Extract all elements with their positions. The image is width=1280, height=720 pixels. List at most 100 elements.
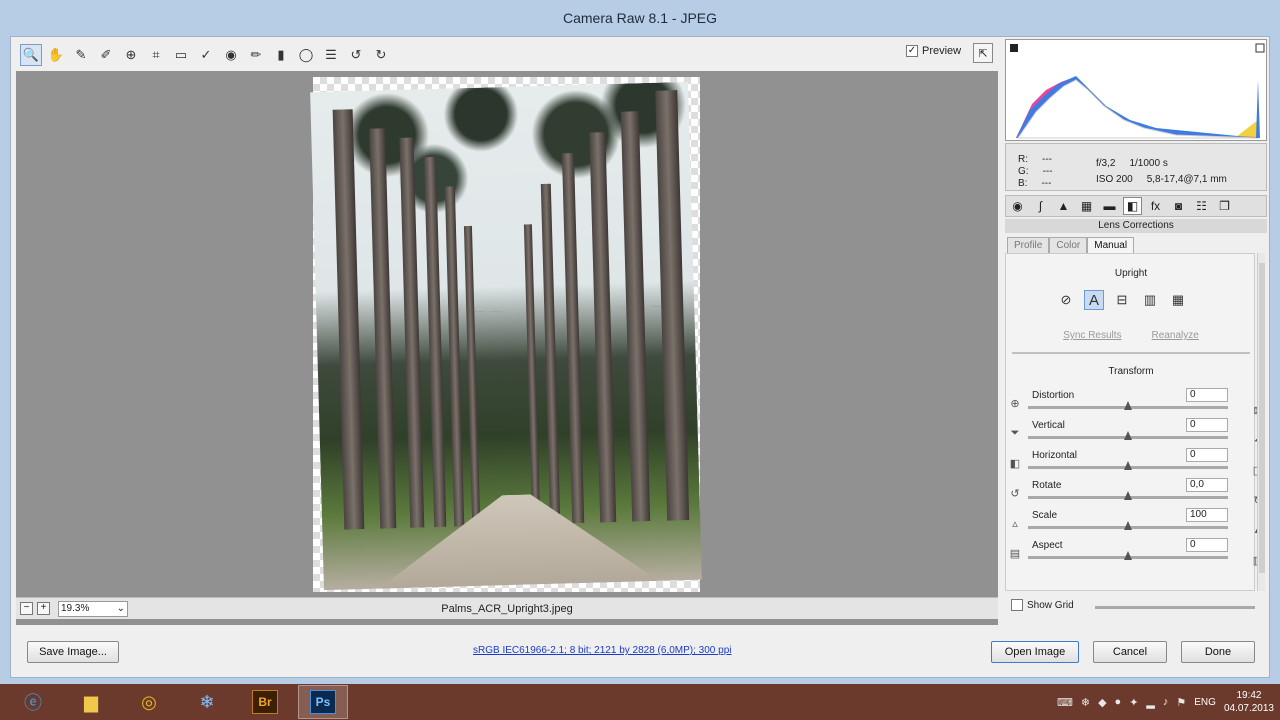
highlight-clipping-warning-icon	[1255, 43, 1265, 53]
bridge-icon: Br	[252, 690, 278, 714]
tab-profile[interactable]: Profile	[1007, 237, 1050, 253]
upright-vertical-icon[interactable]: ▥	[1140, 290, 1160, 310]
zoom-in-button[interactable]: +	[37, 602, 50, 615]
rotate-minus-icon: ↺	[1010, 487, 1020, 500]
adjustment-brush-icon[interactable]: ✏	[245, 44, 267, 66]
spot-removal-tool-icon[interactable]: ✓	[195, 44, 217, 66]
crop-tool-icon[interactable]: ⌗	[145, 44, 167, 66]
zoom-out-button[interactable]: −	[20, 602, 33, 615]
file-explorer-icon[interactable]: ▆	[66, 685, 116, 719]
clock-date: 04.07.2013	[1223, 703, 1274, 714]
tab-manual[interactable]: Manual	[1087, 237, 1135, 253]
distortion-slider: ⊕ Distortion 0	[1006, 388, 1268, 420]
tab-color[interactable]: Color	[1049, 237, 1088, 253]
camera-info: f/3,2 1/1000 s ISO 200 5,8-17,4@7,1 mm	[1096, 156, 1227, 188]
dialog-body: 🔍 ✋ ✎ ✐ ⊕ ⌗ ▭ ✓ ◉ ✏ ▮ ◯ ☰ ↺ ↻ ✓ Preview …	[10, 36, 1270, 678]
info-panel: R: --- G: --- B: --- f/3,2 1/1000 s ISO 200 5…	[1005, 143, 1267, 191]
flag-icon[interactable]: ⚑	[1176, 696, 1186, 709]
transform-title: Transform	[1108, 366, 1154, 377]
tray-app-icon[interactable]: ❄	[1081, 696, 1090, 709]
basic-tab-icon[interactable]: ◉	[1008, 197, 1027, 215]
lens-corrections-tab-icon[interactable]: ◧	[1123, 197, 1142, 215]
distortion-input[interactable]: 0	[1186, 388, 1228, 402]
zoom-level-select[interactable]: 19.3% ⌄	[58, 600, 128, 617]
right-panel: R: --- G: --- B: --- f/3,2 1/1000 s ISO 200 5…	[1005, 39, 1269, 625]
targeted-adjustment-tool-icon[interactable]: ⊕	[120, 44, 142, 66]
hsl-tab-icon[interactable]: ▦	[1077, 197, 1096, 215]
upright-off-icon[interactable]: ⊘	[1056, 290, 1076, 310]
white-balance-tool-icon[interactable]: ✎	[70, 44, 92, 66]
scale-minus-icon: ▵	[1012, 517, 1018, 530]
clock-time: 19:42	[1236, 690, 1262, 701]
aspect-slider: ▤ Aspect 0	[1006, 538, 1268, 570]
ie-icon[interactable]: ⓔ	[8, 685, 58, 719]
language-indicator[interactable]: ENG	[1194, 697, 1216, 708]
detail-tab-icon[interactable]: ▲	[1054, 197, 1073, 215]
bridge-app[interactable]: Br	[240, 685, 290, 719]
cancel-button[interactable]: Cancel	[1093, 641, 1167, 663]
show-grid-toggle[interactable]: Show Grid	[1011, 599, 1074, 611]
grid-size-slider[interactable]	[1095, 606, 1255, 609]
scale-input[interactable]: 100	[1186, 508, 1228, 522]
fullscreen-icon[interactable]: ⇱	[973, 43, 993, 63]
show-grid-checkbox[interactable]	[1011, 599, 1023, 611]
horizontal-minus-icon: ◧	[1009, 457, 1021, 470]
volume-icon[interactable]: ♪	[1163, 696, 1169, 708]
clock[interactable]: 19:42 04.07.2013	[1224, 689, 1274, 715]
graduated-filter-icon[interactable]: ▮	[270, 44, 292, 66]
tray-app-icon[interactable]: ●	[1115, 696, 1122, 708]
snowflake-app-icon[interactable]: ❄	[182, 685, 232, 719]
aperture: f/3,2	[1096, 158, 1116, 169]
save-image-button[interactable]: Save Image...	[27, 641, 119, 663]
photoshop-app[interactable]: Ps	[298, 685, 348, 719]
distortion-minus-icon: ⊕	[1010, 397, 1020, 410]
hand-tool-icon[interactable]: ✋	[45, 44, 67, 66]
manual-panel: Upright ⊘ A ⊟ ▥ ▦ Sync Results Reanalyze…	[1005, 253, 1255, 591]
sync-results-link[interactable]: Sync Results	[1063, 330, 1121, 341]
zoom-tool-icon[interactable]: 🔍	[20, 44, 42, 66]
open-image-button[interactable]: Open Image	[991, 641, 1079, 663]
filename-label: Palms_ACR_Upright3.jpeg	[441, 602, 573, 615]
color-sampler-tool-icon[interactable]: ✐	[95, 44, 117, 66]
upright-level-icon[interactable]: ⊟	[1112, 290, 1132, 310]
camera-raw-window: Camera Raw 8.1 - JPEG 🔍 ✋ ✎ ✐ ⊕ ⌗ ▭ ✓ ◉ …	[0, 0, 1280, 684]
horizontal-input[interactable]: 0	[1186, 448, 1228, 462]
camera-calibration-tab-icon[interactable]: ◙	[1169, 197, 1188, 215]
aspect-input[interactable]: 0	[1186, 538, 1228, 552]
chevron-down-icon: ⌄	[116, 603, 125, 614]
straighten-tool-icon[interactable]: ▭	[170, 44, 192, 66]
window-title: Camera Raw 8.1 - JPEG	[562, 10, 718, 26]
network-icon[interactable]: ▂	[1146, 696, 1154, 709]
red-eye-tool-icon[interactable]: ◉	[220, 44, 242, 66]
aspect-minus-icon: ▤	[1009, 547, 1021, 560]
rotate-input[interactable]: 0,0	[1186, 478, 1228, 492]
preview-checkbox[interactable]: ✓	[906, 45, 918, 57]
preferences-icon[interactable]: ☰	[320, 44, 342, 66]
tone-curve-tab-icon[interactable]: ∫	[1031, 197, 1050, 215]
effects-tab-icon[interactable]: fx	[1146, 197, 1165, 215]
preview-toggle[interactable]: ✓ Preview	[906, 45, 961, 57]
rotate-cw-icon[interactable]: ↻	[370, 44, 392, 66]
vertical-input[interactable]: 0	[1186, 418, 1228, 432]
presets-tab-icon[interactable]: ☷	[1192, 197, 1211, 215]
done-button[interactable]: Done	[1181, 641, 1255, 663]
keyboard-icon[interactable]: ⌨	[1057, 696, 1073, 709]
tray-app-icon[interactable]: ✦	[1129, 696, 1138, 709]
snapshots-tab-icon[interactable]: ❐	[1215, 197, 1234, 215]
preview-label: Preview	[922, 45, 962, 57]
panel-scrollbar[interactable]	[1257, 253, 1265, 591]
workflow-options-link[interactable]: sRGB IEC61966-2.1; 8 bit; 2121 by 2828 (…	[473, 645, 732, 656]
tray-app-icon[interactable]: ◆	[1098, 696, 1106, 709]
rotate-slider: ↺ Rotate 0,0	[1006, 478, 1268, 510]
upright-auto-button[interactable]: A	[1084, 290, 1104, 310]
palm-avenue-photo	[310, 81, 702, 591]
image-canvas[interactable]	[16, 71, 998, 625]
chrome-icon[interactable]: ◎	[124, 685, 174, 719]
upright-full-icon[interactable]: ▦	[1168, 290, 1188, 310]
toolbar: 🔍 ✋ ✎ ✐ ⊕ ⌗ ▭ ✓ ◉ ✏ ▮ ◯ ☰ ↺ ↻	[16, 41, 981, 69]
divider	[1012, 352, 1250, 354]
radial-filter-icon[interactable]: ◯	[295, 44, 317, 66]
reanalyze-link[interactable]: Reanalyze	[1152, 330, 1199, 341]
split-toning-tab-icon[interactable]: ▬	[1100, 197, 1119, 215]
rotate-ccw-icon[interactable]: ↺	[345, 44, 367, 66]
